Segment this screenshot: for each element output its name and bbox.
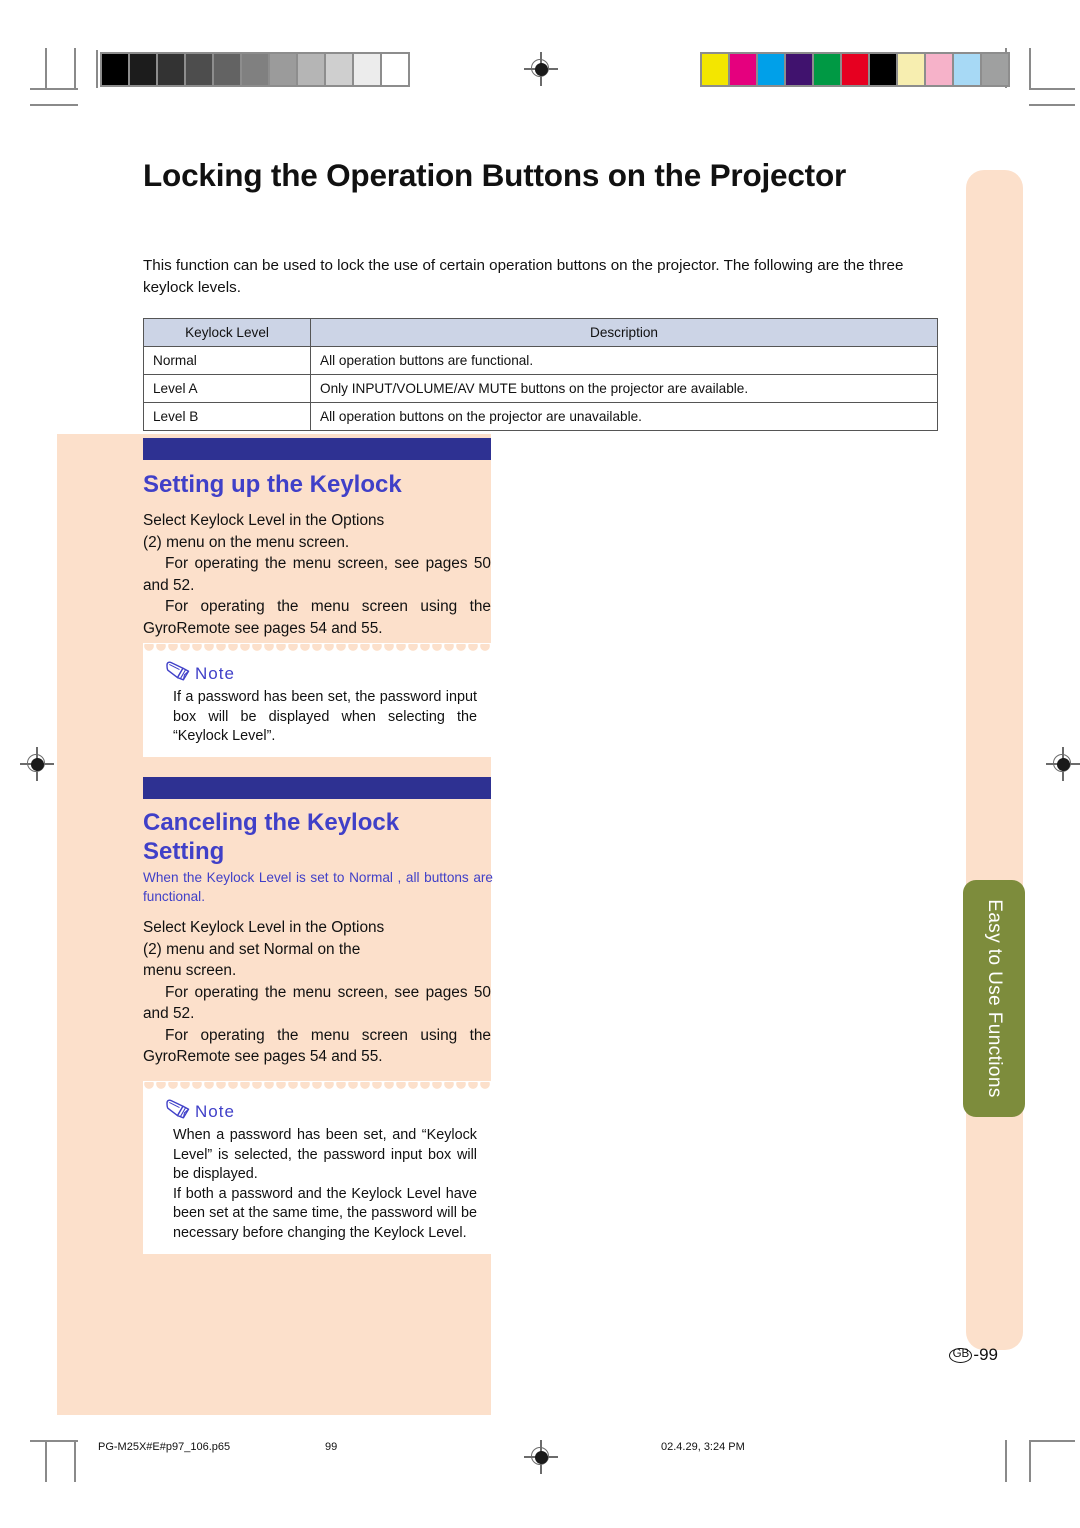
section-1-line-1: Select Keylock Level in the Options xyxy=(143,512,385,529)
color-calibration-bar xyxy=(700,52,1010,87)
keylock-level-table: Keylock Level Description Normal All ope… xyxy=(143,318,938,431)
section-1-rule xyxy=(143,438,491,460)
color-swatch-4 xyxy=(814,54,840,85)
section-2-line-5: For operating the menu screen using the … xyxy=(143,1026,491,1066)
grayscale-swatch-3 xyxy=(186,54,212,85)
pencil-icon xyxy=(165,661,191,686)
grayscale-swatch-9 xyxy=(354,54,380,85)
section-1-line-4: For operating the menu screen using the … xyxy=(143,598,491,637)
crop-mark-br-h xyxy=(1029,1440,1075,1442)
section-1-heading: Setting up the Keylock xyxy=(143,471,402,498)
grayscale-swatch-7 xyxy=(298,54,324,85)
footer-timestamp: 02.4.29, 3:24 PM xyxy=(661,1441,745,1453)
note-perforation-2 xyxy=(143,1082,491,1091)
page-number: GB -99 xyxy=(949,1345,998,1365)
color-swatch-10 xyxy=(982,54,1008,85)
note-header-1: Note xyxy=(143,652,491,688)
color-swatch-8 xyxy=(926,54,952,85)
grayscale-swatch-1 xyxy=(130,54,156,85)
table-row: Level B All operation buttons on the pro… xyxy=(143,402,938,431)
grayscale-swatch-5 xyxy=(242,54,268,85)
crop-mark-tr2-v xyxy=(1029,48,1031,90)
table-cell-description: All operation buttons are functional. xyxy=(310,346,938,375)
color-swatch-5 xyxy=(842,54,868,85)
section-2-rule xyxy=(143,777,491,799)
crop-mark-tr-h2 xyxy=(1029,104,1075,106)
note-header-2: Note xyxy=(143,1090,491,1126)
crop-mark-tr-h xyxy=(1029,88,1075,90)
color-swatch-7 xyxy=(898,54,924,85)
crop-mark-bl-h xyxy=(30,1440,78,1442)
side-tab-easy-to-use-functions: Easy to Use Functions xyxy=(963,880,1025,1117)
crop-mark-tl-h xyxy=(30,88,78,90)
note-paragraph: If a password has been set, the password… xyxy=(173,689,477,745)
registration-mark-right xyxy=(1046,747,1080,781)
section-2-line-1: Select Keylock Level in the Options xyxy=(143,919,385,936)
note-body-2: When a password has been set, and “Keylo… xyxy=(143,1126,491,1254)
color-swatch-9 xyxy=(954,54,980,85)
section-2-line-3: menu screen. xyxy=(143,962,237,979)
table-header-row: Keylock Level Description xyxy=(143,318,938,347)
section-2-body: Select Keylock Level in the Options (2) … xyxy=(143,917,491,1068)
grayscale-swatch-0 xyxy=(102,54,128,85)
section-2-heading-line-2: Setting xyxy=(143,838,225,865)
section-2-line-4: For operating the menu screen, see pages… xyxy=(143,983,491,1023)
note-label-2: Note xyxy=(195,1101,235,1121)
section-2-heading: Canceling the Keylock Setting xyxy=(143,808,493,866)
table-cell-description: All operation buttons on the projector a… xyxy=(310,402,938,431)
crop-mark-br-v xyxy=(1005,1440,1007,1482)
table-header-keylock-level: Keylock Level xyxy=(143,318,311,347)
color-swatch-0 xyxy=(702,54,728,85)
table-cell-description: Only INPUT/VOLUME/AV MUTE buttons on the… xyxy=(310,374,938,403)
crop-mark-tl-v xyxy=(45,48,47,90)
note-paragraph: If both a password and the Keylock Level… xyxy=(173,1185,477,1241)
crop-mark-bl2-v xyxy=(74,1440,76,1482)
crop-mark-tl2-v xyxy=(74,48,76,88)
grayscale-swatch-4 xyxy=(214,54,240,85)
footer-page: 99 xyxy=(325,1441,338,1453)
table-row: Normal All operation buttons are functio… xyxy=(143,346,938,375)
note-box-1: Note If a password has been set, the pas… xyxy=(143,643,491,757)
pencil-icon xyxy=(165,1099,191,1124)
grayscale-calibration-bar xyxy=(100,52,410,87)
table-header-description: Description xyxy=(310,318,938,347)
side-tab-label: Easy to Use Functions xyxy=(984,899,1005,1098)
note-body-1: If a password has been set, the password… xyxy=(143,688,491,757)
crop-mark-tl3-v xyxy=(96,50,98,88)
page-title: Locking the Operation Buttons on the Pro… xyxy=(143,157,847,193)
grayscale-swatch-10 xyxy=(382,54,408,85)
grayscale-swatch-2 xyxy=(158,54,184,85)
section-1-body: Select Keylock Level in the Options (2) … xyxy=(143,510,491,639)
color-swatch-1 xyxy=(730,54,756,85)
table-cell-level: Level B xyxy=(143,402,311,431)
table-cell-level: Normal xyxy=(143,346,311,375)
page-number-value: -99 xyxy=(973,1345,998,1364)
grayscale-swatch-6 xyxy=(270,54,296,85)
section-1-line-2: (2) menu on the menu screen. xyxy=(143,533,350,551)
table-row: Level A Only INPUT/VOLUME/AV MUTE button… xyxy=(143,374,938,403)
grayscale-swatch-8 xyxy=(326,54,352,85)
registration-mark-top xyxy=(524,52,558,86)
note-perforation-1 xyxy=(143,644,491,653)
color-swatch-3 xyxy=(786,54,812,85)
registration-mark-left xyxy=(20,747,54,781)
crop-mark-bl-v xyxy=(45,1440,47,1482)
table-cell-level: Level A xyxy=(143,374,311,403)
crop-mark-br2-v xyxy=(1029,1440,1031,1482)
footer-filename: PG-M25X#E#p97_106.p65 xyxy=(98,1441,231,1453)
crop-mark-tl-h2 xyxy=(30,104,78,106)
color-swatch-2 xyxy=(758,54,784,85)
section-2-subtitle: When the Keylock Level is set to Normal … xyxy=(143,870,493,904)
section-2-line-2: (2) menu and set Normal on the xyxy=(143,940,361,958)
note-paragraph: When a password has been set, and “Keylo… xyxy=(173,1127,477,1183)
registration-mark-bottom xyxy=(524,1440,558,1474)
intro-paragraph: This function can be used to lock the us… xyxy=(143,257,904,296)
region-code-badge: GB xyxy=(949,1347,973,1363)
color-swatch-6 xyxy=(870,54,896,85)
right-side-peach-panel xyxy=(966,170,1023,1350)
section-2-heading-line-1: Canceling the Keylock xyxy=(143,809,400,836)
section-1-line-3: For operating the menu screen, see pages… xyxy=(143,555,491,594)
note-box-2: Note When a password has been set, and “… xyxy=(143,1081,491,1254)
note-label-1: Note xyxy=(195,663,235,683)
